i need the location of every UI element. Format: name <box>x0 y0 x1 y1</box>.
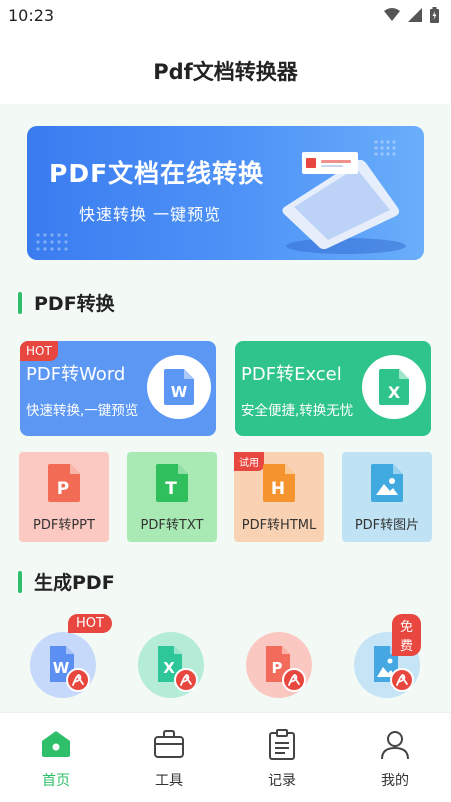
wifi-icon <box>384 8 400 21</box>
nav-label: 我的 <box>381 773 409 789</box>
pdf-to-txt-tile[interactable]: T PDF转TXT <box>127 452 217 542</box>
svg-text:H: H <box>271 479 285 499</box>
svg-text:X: X <box>388 383 401 402</box>
status-icons <box>384 7 439 23</box>
excel-to-pdf-button[interactable]: X <box>138 632 204 698</box>
pdf-to-image-tile[interactable]: PDF转图片 <box>342 452 432 542</box>
pdf-to-html-tile[interactable]: 试用 H PDF转HTML <box>234 452 324 542</box>
free-badge: 免费 <box>392 614 422 656</box>
ppt-file-icon: P <box>48 464 80 502</box>
hot-badge: HOT <box>20 341 58 361</box>
tile-label: PDF转TXT <box>140 518 204 533</box>
word-doc-icon: W <box>147 355 211 419</box>
nav-tools[interactable]: 工具 <box>113 713 225 802</box>
image-file-icon <box>371 464 403 502</box>
briefcase-icon <box>154 730 184 758</box>
hot-badge: HOT <box>68 614 112 633</box>
card-title: PDF转Excel <box>241 364 342 385</box>
signal-icon <box>408 8 422 22</box>
banner-title: PDF文档在线转换 <box>49 159 265 188</box>
svg-text:P: P <box>57 479 69 499</box>
svg-text:P: P <box>272 659 283 677</box>
card-subtitle: 安全便捷,转换无忧 <box>241 403 354 419</box>
nav-home[interactable]: 首页 <box>0 713 112 802</box>
word-to-pdf-icon: W <box>50 646 90 692</box>
user-icon <box>381 731 409 760</box>
txt-file-icon: T <box>156 464 188 502</box>
section-title: PDF转换 <box>34 293 115 315</box>
excel-to-pdf-icon: X <box>158 646 198 692</box>
ppt-to-pdf-button[interactable]: P <box>246 632 312 698</box>
nav-records[interactable]: 记录 <box>226 713 338 802</box>
section-title: 生成PDF <box>34 572 115 594</box>
section-pdf-convert: PDF转换 <box>18 289 115 316</box>
nav-label: 记录 <box>268 773 296 789</box>
svg-text:T: T <box>165 479 177 499</box>
section-accent-bar <box>18 570 22 593</box>
tile-label: PDF转图片 <box>354 518 420 533</box>
nav-label: 首页 <box>42 773 70 789</box>
nav-profile[interactable]: 我的 <box>339 713 451 802</box>
bottom-nav: 首页 工具 记录 我的 <box>0 712 451 802</box>
html-file-icon: H <box>263 464 295 502</box>
banner-dots-icon <box>36 233 68 251</box>
image-to-pdf-button[interactable]: 免费 <box>354 614 422 698</box>
card-title: PDF转Word <box>26 364 126 385</box>
section-generate-pdf: 生成PDF <box>18 568 115 595</box>
svg-text:W: W <box>171 383 188 401</box>
home-icon <box>42 731 70 757</box>
status-time: 10:23 <box>8 6 55 25</box>
svg-text:X: X <box>163 659 175 677</box>
phone-illustration-icon <box>282 140 406 254</box>
battery-icon <box>430 7 439 23</box>
tile-label: PDF转HTML <box>241 518 317 533</box>
status-bar: 10:23 <box>0 0 451 32</box>
app-header: Pdf文档转换器 <box>0 32 451 104</box>
svg-text:W: W <box>53 659 70 677</box>
pdf-to-ppt-tile[interactable]: P PDF转PPT <box>19 452 109 542</box>
nav-label: 工具 <box>155 773 183 789</box>
tile-label: PDF转PPT <box>33 518 95 533</box>
word-to-pdf-button[interactable]: W HOT <box>30 614 112 698</box>
trial-badge: 试用 <box>234 452 264 471</box>
card-subtitle: 快速转换,一键预览 <box>26 403 139 419</box>
promo-banner[interactable]: PDF文档在线转换 快速转换 一键预览 <box>27 126 424 260</box>
ppt-to-pdf-icon: P <box>266 646 306 692</box>
banner-subtitle: 快速转换 一键预览 <box>79 205 222 224</box>
excel-doc-icon: X <box>362 355 426 419</box>
clipboard-icon <box>269 729 295 760</box>
section-accent-bar <box>18 291 22 314</box>
page-title: Pdf文档转换器 <box>153 60 298 84</box>
pdf-to-word-card[interactable]: HOT PDF转Word 快速转换,一键预览 W <box>20 341 216 436</box>
pdf-to-excel-card[interactable]: PDF转Excel 安全便捷,转换无忧 X <box>235 341 431 436</box>
